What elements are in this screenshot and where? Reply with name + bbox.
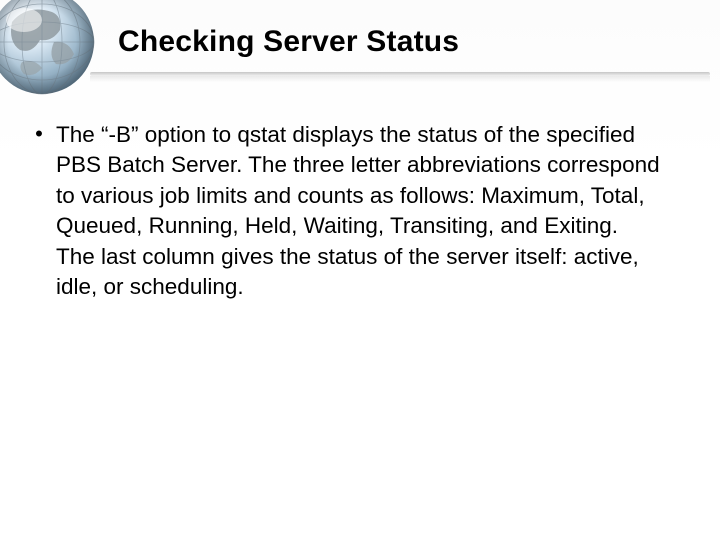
bullet-text: The “-B” option to qstat displays the st… [56,120,660,302]
slide-title: Checking Server Status [118,25,459,59]
globe-icon [0,0,102,102]
title-divider [90,72,710,76]
slide: Checking Server Status • The “-B” option… [0,0,720,540]
slide-body: • The “-B” option to qstat displays the … [30,120,660,302]
bullet-item: • The “-B” option to qstat displays the … [30,120,660,302]
bullet-marker: • [30,120,48,148]
